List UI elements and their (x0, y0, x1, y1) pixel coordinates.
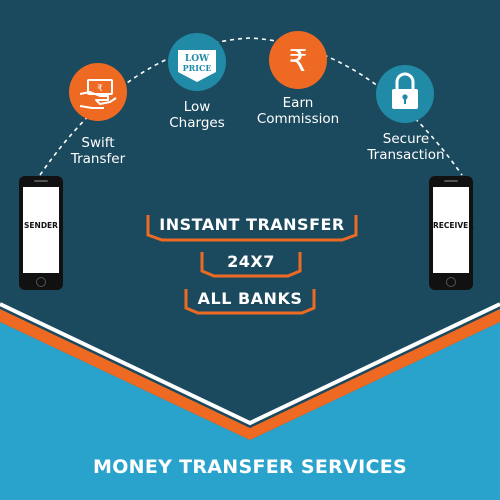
svg-text:₹: ₹ (97, 84, 103, 94)
phone-speaker (444, 180, 458, 182)
svg-text:PRICE: PRICE (183, 63, 212, 73)
background-graphics: ₹ LOW PRICE ₹ (0, 31, 500, 500)
phone-screen: RECEIVER (433, 187, 475, 273)
phone-screen: SENDER (23, 187, 59, 273)
phone-speaker (34, 180, 48, 182)
receiver-label: RECEIVER (433, 221, 475, 230)
phone-home-button (36, 277, 46, 287)
swift-transfer-label: Swift Transfer (70, 135, 126, 167)
phone-home-button (446, 277, 456, 287)
receiver-phone: RECEIVER (429, 176, 475, 290)
infographic: ₹ LOW PRICE ₹ Swift Transfer Low Charges… (0, 0, 500, 500)
instant-transfer-banner: INSTANT TRANSFER (159, 215, 345, 234)
low-charges-label: Low Charges (169, 99, 225, 131)
rupee-icon: ₹ (288, 44, 307, 79)
earn-commission-label: Earn Commission (256, 95, 340, 127)
sender-label: SENDER (24, 221, 58, 230)
hours-banner: 24X7 (227, 252, 275, 271)
all-banks-banner: ALL BANKS (197, 289, 303, 308)
sender-phone: SENDER (19, 176, 63, 290)
footer-title: MONEY TRANSFER SERVICES (93, 456, 407, 478)
secure-transaction-label: Secure Transaction (367, 131, 445, 163)
